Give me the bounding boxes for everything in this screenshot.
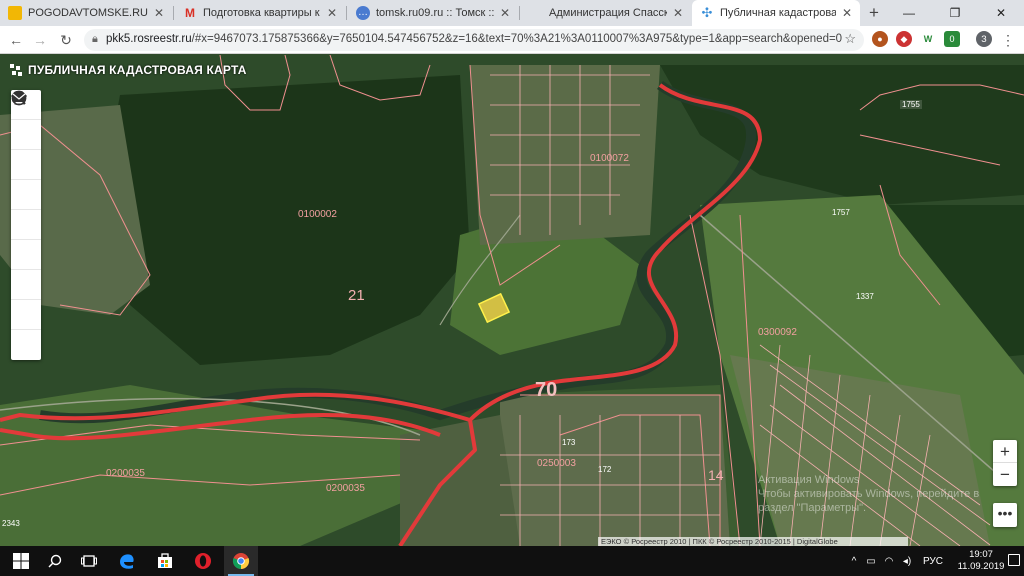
quarter-label: 0300092 xyxy=(758,327,797,338)
extension-icon[interactable]: W xyxy=(920,31,936,47)
quarter-label: 0200035 xyxy=(326,483,365,494)
blank-page-icon xyxy=(529,6,543,20)
task-view-icon[interactable] xyxy=(72,546,106,576)
clock-time: 19:07 xyxy=(969,549,993,560)
back-arrow-icon[interactable]: ← xyxy=(6,30,26,50)
pencil-icon[interactable] xyxy=(11,92,41,210)
close-tab-icon[interactable]: ✕ xyxy=(154,6,164,20)
help-icon[interactable]: ? xyxy=(11,90,41,330)
cadastral-logo-icon xyxy=(10,64,22,76)
quarter-label: 0200035 xyxy=(106,468,145,479)
network-icon[interactable]: ▭ xyxy=(862,556,880,567)
tab-title: Публичная кадастровая карта xyxy=(720,7,836,19)
district-label: 21 xyxy=(348,287,365,304)
url-text: pkk5.rosreestr.ru/#x=9467073.175875366&y… xyxy=(106,33,843,45)
reload-icon[interactable]: ↻ xyxy=(56,30,76,50)
parcel-number-label: 1337 xyxy=(856,292,874,301)
profile-avatar[interactable]: З xyxy=(976,31,992,47)
forward-arrow-icon[interactable]: → xyxy=(30,30,50,50)
browser-tab[interactable]: POGODAVTOMSKE.RU - сайт о ✕ xyxy=(0,0,172,26)
volume-icon[interactable]: ◂) xyxy=(898,556,916,567)
zoom-in-button[interactable]: + xyxy=(993,440,1017,463)
windows-taskbar: ^ ▭ ◠ ◂) РУС 19:07 11.09.2019 xyxy=(0,546,1024,576)
clock-date: 11.09.2019 xyxy=(957,561,1005,572)
browser-tab-strip: POGODAVTOMSKE.RU - сайт о ✕ M Подготовка… xyxy=(0,0,1024,26)
mail-icon[interactable] xyxy=(11,93,41,360)
browser-tab-active[interactable]: ✣ Публичная кадастровая карта ✕ xyxy=(692,0,860,26)
browser-tab[interactable]: M Подготовка квартиры к прода ✕ xyxy=(175,0,345,26)
print-icon[interactable] xyxy=(11,92,41,300)
parcel-number-label: 2343 xyxy=(2,519,20,528)
region-label: 70 xyxy=(535,379,558,401)
extension-icon[interactable]: ● xyxy=(872,31,888,47)
windows-start-icon[interactable] xyxy=(4,546,38,576)
chat-bubble-icon: … xyxy=(356,6,370,20)
tab-title: tomsk.ru09.ru :: Томск :: НЕДВ xyxy=(376,7,494,19)
tab-title: Администрация Спасского се xyxy=(549,7,667,19)
opera-browser-icon[interactable] xyxy=(186,546,220,576)
info-icon[interactable] xyxy=(11,90,41,150)
ruler-icon[interactable] xyxy=(11,91,41,240)
parcel-number-label: 172 xyxy=(598,465,612,474)
notifications-icon[interactable] xyxy=(1008,554,1020,566)
wifi-icon[interactable]: ◠ xyxy=(880,556,898,567)
windows-activation-watermark: Активация Windows Чтобы активировать Win… xyxy=(758,474,980,514)
chrome-browser-icon[interactable] xyxy=(224,546,258,576)
browser-tab[interactable]: … tomsk.ru09.ru :: Томск :: НЕДВ ✕ xyxy=(348,0,518,26)
extension-icon[interactable]: ◆ xyxy=(896,31,912,47)
parcel-number-label: 1757 xyxy=(832,208,850,217)
map-toolbar: ? xyxy=(11,90,41,360)
close-tab-icon[interactable]: ✕ xyxy=(842,6,852,20)
cadastral-map[interactable]: 0100002 0100072 0300092 0250003 0200035 … xyxy=(0,55,1024,546)
close-tab-icon[interactable]: ✕ xyxy=(327,6,337,20)
close-window-icon[interactable]: ✕ xyxy=(978,0,1024,26)
gmail-icon: M xyxy=(185,6,195,20)
cadastral-map-icon: ✣ xyxy=(701,5,713,20)
url-input[interactable]: 🔒︎ pkk5.rosreestr.ru/#x=9467073.17587536… xyxy=(84,29,864,51)
star-icon[interactable] xyxy=(11,91,41,270)
map-attribution: EЭКО © Росреестр 2010 | ПКК © Росреестр … xyxy=(598,537,908,546)
restore-icon[interactable]: ❐ xyxy=(932,0,978,26)
chevron-up-icon[interactable]: ^ xyxy=(846,556,862,567)
close-tab-icon[interactable]: ✕ xyxy=(673,6,683,20)
extension-badge-icon[interactable]: 0 xyxy=(944,31,960,47)
map-brand: ПУБЛИЧНАЯ КАДАСТРОВАЯ КАРТА xyxy=(10,63,247,77)
address-bar-row: ← → ↻ 🔒︎ pkk5.rosreestr.ru/#x=9467073.17… xyxy=(0,26,1024,54)
taskbar-clock[interactable]: 19:07 11.09.2019 xyxy=(956,549,1006,573)
close-tab-icon[interactable]: ✕ xyxy=(500,6,510,20)
quarter-label: 0100072 xyxy=(590,153,629,164)
map-title: ПУБЛИЧНАЯ КАДАСТРОВАЯ КАРТА xyxy=(28,63,247,77)
yellow-square-icon xyxy=(8,6,22,20)
more-options-button[interactable]: ••• xyxy=(993,503,1017,527)
edge-browser-icon[interactable] xyxy=(110,546,144,576)
tab-title: POGODAVTOMSKE.RU - сайт о xyxy=(28,7,148,19)
zoom-control: + − xyxy=(993,440,1017,486)
zoom-out-button[interactable]: − xyxy=(993,463,1017,486)
search-icon[interactable] xyxy=(38,546,72,576)
browser-tab[interactable]: Администрация Спасского се ✕ xyxy=(521,0,691,26)
bookmark-star-icon[interactable]: ☆ xyxy=(844,31,856,47)
minimize-icon[interactable]: — xyxy=(886,0,932,26)
district-label: 14 xyxy=(708,467,724,483)
parcel-number-label: 173 xyxy=(562,438,576,447)
quarter-label: 0250003 xyxy=(537,458,576,469)
language-indicator[interactable]: РУС xyxy=(916,556,950,567)
lock-icon: 🔒︎ xyxy=(92,33,98,45)
parcel-number-label: 1755 xyxy=(900,100,922,109)
store-icon[interactable] xyxy=(148,546,182,576)
quarter-label: 0100002 xyxy=(298,209,337,220)
menu-kebab-icon[interactable]: ⋮ xyxy=(998,30,1018,50)
layers-icon[interactable] xyxy=(11,91,41,180)
new-tab-button[interactable]: + xyxy=(864,3,884,23)
system-tray: ^ ▭ ◠ ◂) РУС xyxy=(846,546,950,576)
tab-title: Подготовка квартиры к прода xyxy=(203,7,321,19)
